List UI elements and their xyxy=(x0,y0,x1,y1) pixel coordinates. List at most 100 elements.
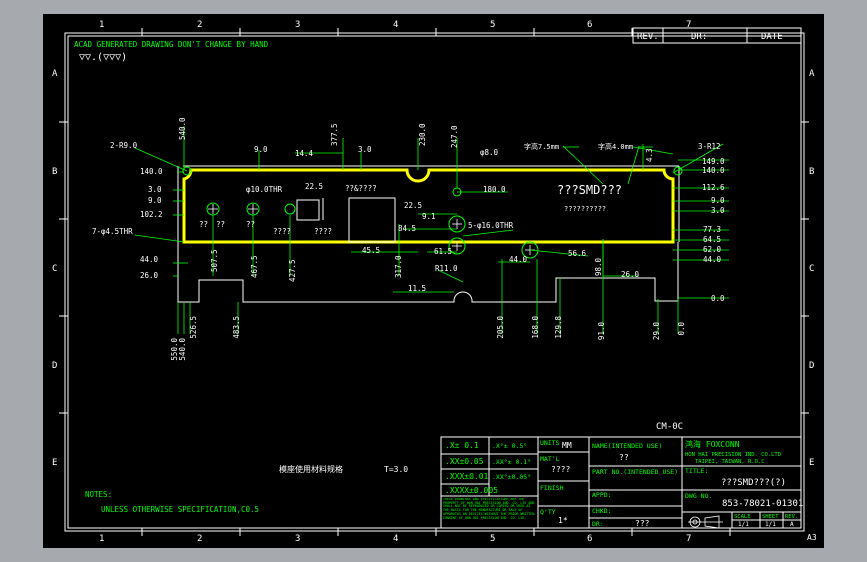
dim-top: 9.0 xyxy=(254,145,268,154)
dim-right: 0.0 xyxy=(711,294,725,303)
bottom-notes: NOTES: UNLESS OTHERWISE SPECIFICATION,C0… xyxy=(85,490,259,514)
company-name: HON HAI PRECISION IND. CO.LTD xyxy=(685,452,781,458)
dim-bottom: 29.0 xyxy=(652,322,661,341)
dim-bottom: 526.5 xyxy=(189,316,198,339)
tol-a2: .XX°± 0.1° xyxy=(492,458,531,466)
thickness-note: T=3.0 xyxy=(384,465,408,474)
grid-labels: 1 2 3 4 5 6 7 1 2 3 4 5 6 7 A B C D E A … xyxy=(52,20,817,544)
right-letter: C xyxy=(809,264,814,274)
dim-right: 44.0 xyxy=(703,255,722,264)
dim-top: φ8.0 xyxy=(480,148,499,157)
cm-label: CM-0C xyxy=(656,422,683,432)
top-number: 6 xyxy=(587,20,592,30)
dwg-label: DWG NO. xyxy=(685,492,712,500)
units-value: MM xyxy=(562,441,572,450)
dim-top: 230.0 xyxy=(418,123,427,146)
bottom-number: 4 xyxy=(393,534,398,544)
dim-right: 62.0 xyxy=(703,245,722,254)
dim-inner: 9.1 xyxy=(422,212,436,221)
bottom-number: 1 xyxy=(99,534,104,544)
finish-label: FINISH xyxy=(540,484,564,492)
dwg-value: 853-78021-01301 xyxy=(722,499,803,509)
material-note: 模座使用材料规格 xyxy=(279,464,343,474)
dr-label: DR: xyxy=(592,520,604,528)
dim-right: 64.5 xyxy=(703,235,721,244)
dim-left: 3.0 xyxy=(148,185,162,194)
name-value: ?? xyxy=(619,453,629,462)
rev-value: A xyxy=(790,521,794,528)
dim-right: 3.0 xyxy=(711,206,725,215)
right-letter: E xyxy=(809,458,814,468)
dim-inner: 5-φ16.0THR xyxy=(468,221,514,230)
right-letter: B xyxy=(809,167,814,177)
dim-inner: 22.5 xyxy=(305,182,323,191)
dim-inner: 84.5 xyxy=(398,224,416,233)
matl-label: MAT'L xyxy=(540,455,560,463)
tol-x2: .XX±0.05 xyxy=(445,457,484,466)
top-notes: ACAD GENERATED DRAWING DON'T CHANGE BY H… xyxy=(74,40,269,63)
dim-bottom: 91.0 xyxy=(597,322,606,341)
tol-a1: .X°± 0.5° xyxy=(492,442,527,450)
dim-bottom: 168.0 xyxy=(531,316,540,339)
dim-left: 140.0 xyxy=(140,167,163,176)
dimension-text: 540.0 9.0 14.4 377.5 3.0 230.0 247.0 φ8.… xyxy=(92,117,725,361)
bottom-number: 5 xyxy=(490,534,495,544)
chkd-label: CHKD: xyxy=(592,507,612,515)
dim-left: 26.0 xyxy=(140,271,159,280)
title-value: ???SMD???(?) xyxy=(721,478,786,488)
dim-right: 3-R12 xyxy=(698,142,721,151)
qty-value: 1* xyxy=(558,516,568,525)
left-letter: E xyxy=(52,458,57,468)
dim-top: 540.0 xyxy=(178,117,187,140)
part-mark: ??&???? xyxy=(345,184,377,193)
dr-value: ??? xyxy=(635,519,650,528)
right-letter: D xyxy=(809,361,814,371)
sheet-size-label: A3 xyxy=(807,533,817,542)
dim-bottom: 540.0 xyxy=(178,338,187,361)
scale-label: SCALE xyxy=(734,514,751,520)
part-mark: ?? xyxy=(246,220,255,229)
dim-bottom: 0.0 xyxy=(677,322,686,336)
qty-label: Q'TY xyxy=(540,508,556,516)
rev-header: REV. xyxy=(637,32,659,42)
bottom-number: 2 xyxy=(197,534,202,544)
part-mark: ???? xyxy=(314,227,332,236)
dim-left: 9.0 xyxy=(148,196,162,205)
dim-inner: 22.5 xyxy=(404,201,422,210)
tol-x3: .XXX±0.01 xyxy=(445,472,489,481)
slot-b xyxy=(348,197,396,243)
sheet-label: SHEET xyxy=(762,514,779,520)
slot-a xyxy=(296,199,320,221)
hole-small xyxy=(284,203,296,215)
matl-value: ???? xyxy=(551,465,570,474)
dim-inner: φ10.0THR xyxy=(246,185,283,194)
dr-header: DR: xyxy=(691,32,707,42)
bottom-number: 3 xyxy=(295,534,300,544)
left-letter: C xyxy=(52,264,57,274)
left-letter: A xyxy=(52,69,58,79)
part-mark: ?? xyxy=(199,220,208,229)
drawing-sheet: 1 2 3 4 5 6 7 1 2 3 4 5 6 7 A B C D E A … xyxy=(43,14,824,548)
dim-bottom: 205.0 xyxy=(496,316,505,339)
dim-bottom: 483.5 xyxy=(232,316,241,339)
top-number: 2 xyxy=(197,20,202,30)
dim-inner: 61.5 xyxy=(434,247,452,256)
acad-note: ACAD GENERATED DRAWING DON'T CHANGE BY H… xyxy=(74,40,269,49)
dim-top: 3.0 xyxy=(358,145,372,154)
part-mark: ???? xyxy=(273,227,291,236)
dim-inner: 507.5 xyxy=(210,249,219,272)
part-subtitle-text: ?????????? xyxy=(564,205,606,213)
dim-right: 9.0 xyxy=(711,196,725,205)
top-number: 3 xyxy=(295,20,300,30)
dim-inner: 467.5 xyxy=(250,255,259,278)
dim-right: 112.6 xyxy=(702,183,725,192)
units-label: UNITS xyxy=(540,439,560,447)
dim-inner: 180.0 xyxy=(483,185,506,194)
dim-left: 2-R9.0 xyxy=(110,141,138,150)
tol-x4: .XXXX±0.005 xyxy=(445,486,498,495)
notes-line: UNLESS OTHERWISE SPECIFICATION,C0.5 xyxy=(101,505,259,514)
projection-symbol-icon xyxy=(688,515,723,529)
dim-inner: 45.5 xyxy=(362,246,380,255)
company-address: TAIPEI, TAIWAN, R.O.C xyxy=(695,459,765,465)
dim-right: 140.0 xyxy=(702,166,725,175)
